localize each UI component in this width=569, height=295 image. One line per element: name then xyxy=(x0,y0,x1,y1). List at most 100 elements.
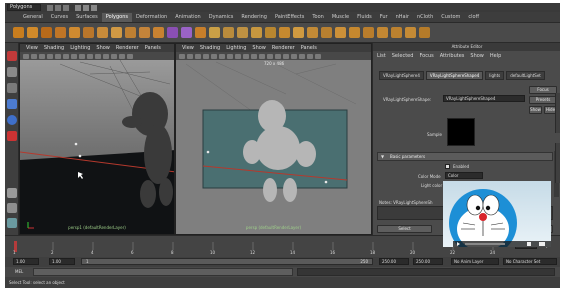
end-time-field[interactable]: 250.00 xyxy=(413,258,443,265)
offset-edge-loop-icon[interactable] xyxy=(349,27,360,38)
enabled-checkbox[interactable] xyxy=(445,164,450,169)
poly-cube-icon[interactable] xyxy=(27,27,38,38)
playback-end-field[interactable]: 250.00 xyxy=(379,258,409,265)
shadows-icon[interactable] xyxy=(267,53,273,59)
open-scene-icon[interactable] xyxy=(55,4,61,11)
poly-cone-icon[interactable] xyxy=(55,27,66,38)
xray-icon[interactable] xyxy=(283,53,289,59)
lasso-icon[interactable] xyxy=(7,67,17,77)
extrude-icon[interactable] xyxy=(279,27,290,38)
shelf-tab-rendering[interactable]: Rendering xyxy=(237,13,271,22)
layout-four-icon[interactable] xyxy=(7,188,17,198)
viewport-menu-show[interactable]: Show xyxy=(96,45,110,51)
shelf-tab-fluids[interactable]: Fluids xyxy=(353,13,376,22)
poly-pipe-icon[interactable] xyxy=(125,27,136,38)
lights-icon[interactable] xyxy=(103,53,109,59)
command-input[interactable] xyxy=(33,268,293,276)
merge-vertices-icon[interactable] xyxy=(377,27,388,38)
hud-icon[interactable] xyxy=(291,53,297,59)
viewport-menu-shading[interactable]: Shading xyxy=(44,45,64,51)
shelf-tab-deformation[interactable]: Deformation xyxy=(132,13,171,22)
ae-menu-show[interactable]: Show xyxy=(470,53,484,59)
bookmark-icon[interactable] xyxy=(39,53,45,59)
shelf-tab-nhair[interactable]: nHair xyxy=(392,13,413,22)
viewport-menu-renderer[interactable]: Renderer xyxy=(116,45,139,51)
select-arrow-icon[interactable] xyxy=(7,51,17,61)
poly-plane-icon[interactable] xyxy=(69,27,80,38)
start-time-field[interactable]: 1.00 xyxy=(13,258,39,265)
textured-icon[interactable] xyxy=(251,53,257,59)
anim-layer-dropdown[interactable]: No Anim Layer xyxy=(451,258,499,265)
film-gate-icon[interactable] xyxy=(219,53,225,59)
shelf-tab-animation[interactable]: Animation xyxy=(171,13,205,22)
select-button[interactable]: Select xyxy=(377,225,432,233)
film-gate-icon[interactable] xyxy=(63,53,69,59)
isolate-icon[interactable] xyxy=(275,53,281,59)
ae-menu-attributes[interactable]: Attributes xyxy=(440,53,465,59)
image-plane-icon[interactable] xyxy=(203,53,209,59)
poly-torus-icon[interactable] xyxy=(83,27,94,38)
viewport-left[interactable]: View Shading Lighting Show Renderer Pane… xyxy=(19,43,175,235)
image-plane-icon[interactable] xyxy=(47,53,53,59)
boolean-union-icon[interactable] xyxy=(223,27,234,38)
select-by-component-icon[interactable] xyxy=(91,4,97,11)
mirror-icon[interactable] xyxy=(265,27,276,38)
shelf-tab-muscle[interactable]: Muscle xyxy=(328,13,353,22)
isolate-icon[interactable] xyxy=(119,53,125,59)
new-scene-icon[interactable] xyxy=(47,4,53,11)
shadows-icon[interactable] xyxy=(111,53,117,59)
ae-tab-shape[interactable]: VRayLightSphereShape4 xyxy=(425,71,484,80)
smooth-shade-icon[interactable] xyxy=(87,53,93,59)
uv-editor-icon[interactable] xyxy=(405,27,416,38)
shelf-tab-ncloth[interactable]: nCloth xyxy=(413,13,437,22)
shelf-tab-general[interactable]: General xyxy=(19,13,47,22)
color-mode-dropdown[interactable]: Color xyxy=(445,172,483,179)
ae-tab-transform[interactable]: VRayLightSphere4 xyxy=(379,71,424,80)
basic-parameters-header[interactable]: ▼ Basic parameters xyxy=(377,152,553,161)
split-polygon-icon[interactable] xyxy=(321,27,332,38)
shelf-tab-painteffects[interactable]: PaintEffects xyxy=(271,13,308,22)
select-by-object-icon[interactable] xyxy=(83,4,89,11)
select-by-hierarchy-icon[interactable] xyxy=(75,4,81,11)
smooth-icon[interactable] xyxy=(209,27,220,38)
ambient-occlusion-icon[interactable] xyxy=(307,53,313,59)
character-set-dropdown[interactable]: No Character Set xyxy=(503,258,557,265)
shelf-tab-curves[interactable]: Curves xyxy=(47,13,72,22)
presets-button[interactable]: Presets xyxy=(529,96,557,104)
focus-button[interactable]: Focus xyxy=(529,86,557,94)
rotate-icon[interactable] xyxy=(7,115,17,125)
viewport-right[interactable]: View Shading Lighting Show Renderer Pane… xyxy=(175,43,372,235)
separate-icon[interactable] xyxy=(181,27,192,38)
bevel-icon[interactable] xyxy=(363,27,374,38)
boolean-difference-icon[interactable] xyxy=(237,27,248,38)
resolution-gate-icon[interactable] xyxy=(71,53,77,59)
resolution-gate-icon[interactable] xyxy=(227,53,233,59)
camera-attr-icon[interactable] xyxy=(31,53,37,59)
collapse-icon[interactable] xyxy=(391,27,402,38)
planar-mapping-icon[interactable] xyxy=(419,27,430,38)
poly-cylinder-icon[interactable] xyxy=(41,27,52,38)
shelf-tab-custom[interactable]: Custom xyxy=(437,13,464,22)
camera-attr-icon[interactable] xyxy=(187,53,193,59)
poly-sphere-icon[interactable] xyxy=(13,27,24,38)
extract-icon[interactable] xyxy=(195,27,206,38)
shelf-tab-toon[interactable]: Toon xyxy=(308,13,328,22)
motion-blur-icon[interactable] xyxy=(315,53,321,59)
ae-tab-lights[interactable]: lights xyxy=(485,71,505,80)
bridge-icon[interactable] xyxy=(293,27,304,38)
viewport-menu-view[interactable]: View xyxy=(26,45,38,51)
grid-icon[interactable] xyxy=(211,53,217,59)
grid-icon[interactable] xyxy=(55,53,61,59)
scale-icon[interactable] xyxy=(7,131,17,141)
shelf-tab-fur[interactable]: Fur xyxy=(376,13,392,22)
poly-prism-icon[interactable] xyxy=(97,27,108,38)
mode-menu[interactable]: Polygons xyxy=(7,4,41,11)
camera-icon[interactable] xyxy=(179,53,185,59)
viewport-menu-show[interactable]: Show xyxy=(252,45,266,51)
viewport-menu-renderer[interactable]: Renderer xyxy=(272,45,295,51)
viewport-menu-shading[interactable]: Shading xyxy=(200,45,220,51)
range-slider[interactable]: 1 250 xyxy=(81,258,373,265)
poly-pyramid-icon[interactable] xyxy=(111,27,122,38)
lights-icon[interactable] xyxy=(259,53,265,59)
viewport-menu-panels[interactable]: Panels xyxy=(145,45,161,51)
